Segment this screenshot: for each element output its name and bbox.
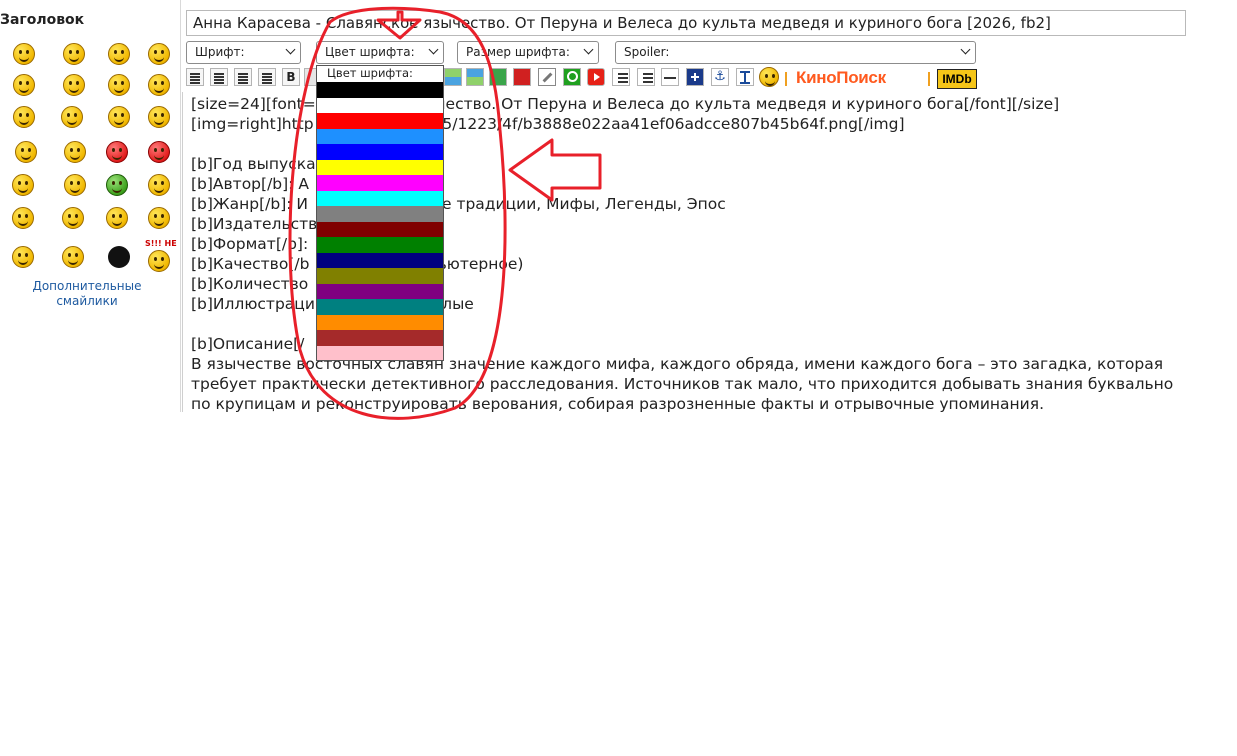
smiley-icon[interactable] [148,174,170,196]
smiley-icon[interactable] [63,43,85,65]
image-icon[interactable] [444,68,462,86]
smiley-icon[interactable] [108,43,130,65]
toolbar-separator [928,72,930,86]
color-swatch-list [317,82,443,360]
message-line: требует практически детективного расслед… [191,375,1174,393]
color-option[interactable] [317,237,443,253]
bold-button[interactable]: B [282,68,300,86]
smiley-icon[interactable] [148,207,170,229]
font-color-dropdown[interactable]: Цвет шрифта: [316,65,444,361]
align-justify-icon[interactable] [258,68,276,86]
chevron-down-icon [583,44,594,55]
panel-divider [180,0,181,412]
color-option[interactable] [317,175,443,191]
color-option[interactable] [317,113,443,129]
font-select-label: Шрифт: [195,45,245,59]
link-icon[interactable] [538,68,556,86]
smiley-panel: Заголовок S!!! HE Дополнительные смайлик… [0,0,180,412]
stamp-label: S!!! HE [145,239,177,248]
list-number-icon[interactable] [637,68,655,86]
smiley-icon[interactable] [148,250,170,272]
color-option[interactable] [317,299,443,315]
smiley-icon[interactable] [13,106,35,128]
color-option[interactable] [317,82,443,98]
search-icon[interactable] [563,68,581,86]
smiley-icon[interactable] [106,207,128,229]
smiley-icon[interactable] [64,174,86,196]
dropdown-header: Цвет шрифта: [327,66,413,80]
smiley-icon[interactable] [12,174,34,196]
smiley-icon[interactable] [13,43,35,65]
font-color-select-label: Цвет шрифта: [325,45,415,59]
smiley-icon[interactable] [62,207,84,229]
smiley-icon[interactable] [108,106,130,128]
align-center-icon[interactable] [210,68,228,86]
align-left-icon[interactable] [186,68,204,86]
toolbar-separator [785,72,787,86]
chevron-down-icon [428,44,439,55]
youtube-icon[interactable] [587,68,605,86]
smiley-icon[interactable] [63,74,85,96]
smiley-icon[interactable] [148,106,170,128]
plus-icon[interactable] [686,68,704,86]
align-right-icon[interactable] [234,68,252,86]
smiley-icon[interactable] [759,67,779,87]
color-option[interactable] [317,221,443,237]
kinopoisk-button[interactable]: КиноПоиск [796,68,886,88]
font-select[interactable]: Шрифт: [186,41,301,64]
imdb-button[interactable]: IMDb [937,69,977,89]
font-color-select[interactable]: Цвет шрифта: [316,41,444,64]
color-option[interactable] [317,268,443,284]
subject-input[interactable]: Анна Карасева - Славянское язычество. От… [186,10,1186,36]
font-size-select-label: Размер шрифта: [466,45,570,59]
color-option[interactable] [317,97,443,113]
chevron-down-icon [285,44,296,55]
smiley-icon[interactable] [62,246,84,268]
color-option[interactable] [317,206,443,222]
color-option[interactable] [317,330,443,346]
smiley-icon[interactable] [106,174,128,196]
chevron-down-icon [960,44,971,55]
upload-icon[interactable] [736,68,754,86]
spoiler-select[interactable]: Spoiler: [615,41,976,64]
smiley-icon[interactable] [15,141,37,163]
smiley-icon[interactable] [148,43,170,65]
smiley-icon[interactable] [148,141,170,163]
smiley-icon[interactable] [12,207,34,229]
image-gallery-icon[interactable] [489,68,507,86]
more-smileys-link[interactable]: Дополнительные смайлики [8,279,166,309]
color-option[interactable] [317,345,443,360]
font-size-select[interactable]: Размер шрифта: [457,41,599,64]
message-line: по крупицам и реконструировать верования… [191,395,1045,412]
anchor-icon[interactable]: ⚓ [711,68,729,86]
smiley-icon[interactable] [148,74,170,96]
color-option[interactable] [317,283,443,299]
smiley-icon[interactable] [64,141,86,163]
smiley-icon[interactable] [108,74,130,96]
color-option[interactable] [317,144,443,160]
smiley-icon[interactable] [106,141,128,163]
smiley-icon[interactable] [13,74,35,96]
image-right-icon[interactable] [466,68,484,86]
bomb-icon[interactable] [108,246,130,268]
color-option[interactable] [317,190,443,206]
horizontal-rule-icon[interactable] [661,68,679,86]
color-option[interactable] [317,128,443,144]
panel-title: Заголовок [0,12,85,28]
color-option[interactable] [317,159,443,175]
spoiler-icon[interactable] [513,68,531,86]
smiley-icon[interactable] [61,106,83,128]
smiley-icon[interactable] [12,246,34,268]
color-option[interactable] [317,314,443,330]
color-option[interactable] [317,252,443,268]
list-bullet-icon[interactable] [612,68,630,86]
spoiler-select-label: Spoiler: [624,45,670,59]
